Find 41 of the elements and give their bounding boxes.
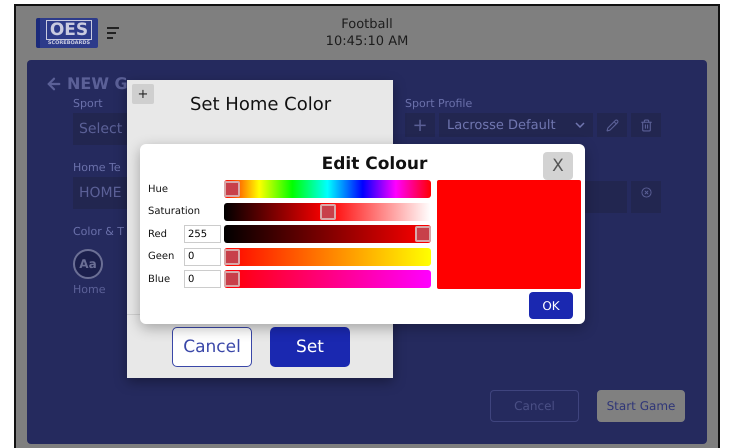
slider-thumb[interactable] bbox=[224, 181, 240, 198]
page-title: NEW G bbox=[67, 74, 128, 93]
menu-icon[interactable] bbox=[106, 26, 120, 40]
color-slider-track[interactable] bbox=[224, 270, 431, 288]
slider-label: Red bbox=[148, 228, 168, 240]
slider-thumb[interactable] bbox=[415, 226, 431, 242]
slider-label: Geen bbox=[148, 251, 176, 262]
color-slider-track[interactable] bbox=[224, 225, 431, 244]
ok-button[interactable]: OK bbox=[529, 292, 573, 319]
field-label: Sport Profile bbox=[405, 97, 472, 110]
slider-thumb[interactable] bbox=[320, 204, 336, 220]
close-button[interactable]: X bbox=[543, 152, 573, 180]
field-label: Sport bbox=[73, 97, 103, 110]
set-button[interactable]: Set bbox=[270, 327, 350, 367]
value-input[interactable]: 0 bbox=[184, 270, 221, 288]
slider-thumb[interactable] bbox=[224, 248, 240, 265]
trash-icon bbox=[640, 118, 652, 132]
clock-time: 10:45:10 AM bbox=[326, 33, 408, 50]
slider-thumb[interactable] bbox=[224, 271, 240, 288]
field-label: Color & T bbox=[73, 225, 124, 238]
value-input[interactable]: 0 bbox=[184, 248, 221, 266]
slider-label: Hue bbox=[148, 184, 170, 195]
add-button[interactable]: + bbox=[132, 84, 154, 104]
pencil-icon bbox=[606, 118, 618, 132]
color-slider-track[interactable] bbox=[224, 202, 431, 221]
dialog-title: Edit Colour bbox=[322, 154, 428, 174]
swatch-label: Home bbox=[73, 283, 106, 296]
sport-title: Football bbox=[341, 16, 393, 33]
value-input[interactable]: 255 bbox=[184, 225, 221, 244]
slider-label: Saturation bbox=[148, 206, 202, 218]
field-label: Home Te bbox=[73, 161, 121, 174]
color-slider-track[interactable] bbox=[224, 248, 431, 266]
cancel-button[interactable]: Cancel bbox=[172, 327, 252, 367]
dialog-title: Set Home Color bbox=[190, 94, 332, 115]
clear-button[interactable] bbox=[631, 181, 661, 213]
clear-icon bbox=[640, 187, 652, 198]
color-slider-track[interactable] bbox=[224, 180, 431, 198]
edit-button[interactable] bbox=[597, 113, 627, 137]
chevron-down-icon bbox=[575, 122, 585, 128]
slider-label: Blue bbox=[148, 274, 172, 285]
delete-button[interactable] bbox=[631, 113, 661, 137]
